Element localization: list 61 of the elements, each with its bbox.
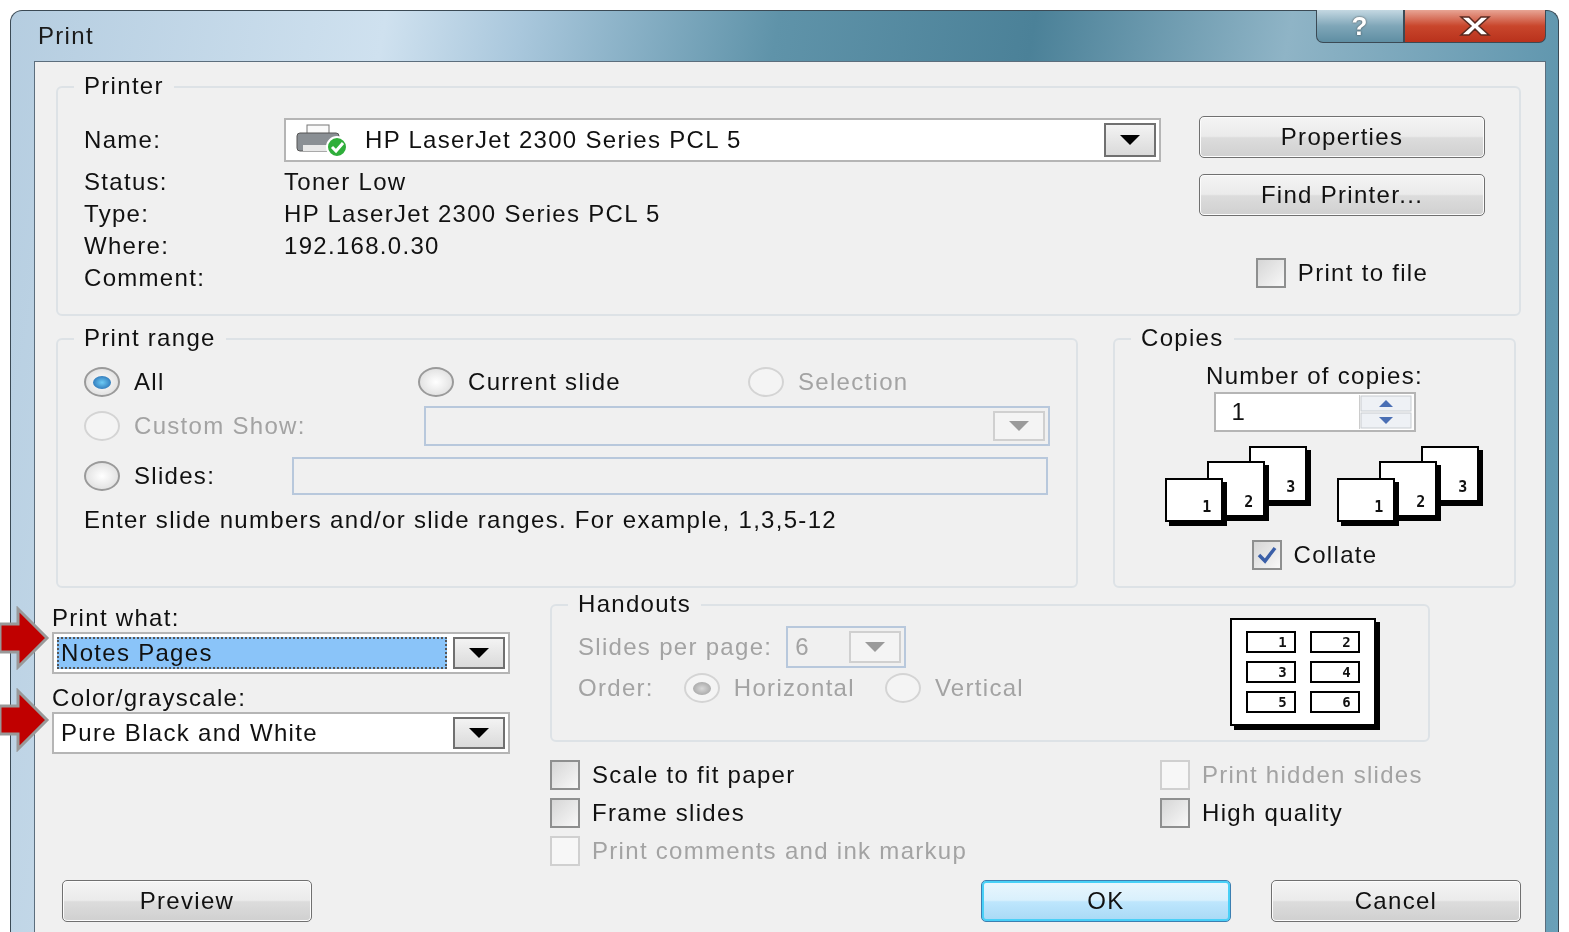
radio-label[interactable]: Current slide	[468, 368, 621, 396]
radio-label[interactable]: Slides:	[134, 462, 216, 490]
dialog-button[interactable]: OK	[981, 880, 1231, 922]
dialog-button[interactable]: Cancel	[1271, 880, 1521, 922]
caret-icon	[865, 642, 886, 652]
field-label: Name:	[84, 126, 163, 154]
properties-button[interactable]: Properties	[1199, 116, 1485, 158]
slides-field[interactable]	[292, 457, 1048, 495]
checkbox-label[interactable]: Frame slides	[592, 799, 745, 827]
dropdown-button[interactable]	[453, 637, 505, 669]
hint-text: Enter slide numbers and/or slide ranges. For example, 1,3,5-12	[84, 506, 838, 533]
slide-thumbnail: 4	[1310, 661, 1360, 683]
checkmark-icon	[1255, 545, 1278, 565]
field-value: Toner Low	[284, 168, 408, 196]
spin-arrows-icon	[1359, 395, 1412, 429]
caret-icon	[469, 648, 489, 658]
close-button[interactable]	[1404, 10, 1546, 43]
slide-thumbnail: 1	[1246, 631, 1296, 653]
checkbox[interactable]	[550, 760, 580, 790]
field-label: Type:	[84, 200, 151, 228]
radio-button[interactable]	[84, 367, 120, 397]
field-label: Where:	[84, 232, 171, 260]
window-title: Print	[38, 22, 94, 50]
checkbox-label[interactable]: High quality	[1202, 799, 1343, 827]
arrow-icon	[0, 606, 50, 670]
caret-icon	[1120, 135, 1140, 145]
slide-thumbnail: 2	[1310, 631, 1360, 653]
field-label: Color/grayscale:	[52, 684, 248, 712]
field-label: Print what:	[52, 604, 181, 632]
checkbox[interactable]	[550, 798, 580, 828]
printer-dropdown[interactable]: HP LaserJet 2300 Series PCL 5	[284, 118, 1161, 162]
field-label: Status:	[84, 168, 169, 196]
color-dropdown[interactable]: Pure Black and White	[52, 712, 510, 754]
radio-button[interactable]	[84, 461, 120, 491]
checkbox-label[interactable]: Scale to fit paper	[592, 761, 796, 789]
slide-thumbnail: 3	[1246, 661, 1296, 683]
field-value: HP LaserJet 2300 Series PCL 5	[284, 200, 662, 228]
caret-icon	[1009, 421, 1029, 431]
arrow-icon	[0, 688, 50, 752]
dropdown-button[interactable]	[1104, 123, 1156, 157]
field-label: Comment:	[84, 264, 207, 292]
checkbox[interactable]	[1251, 540, 1282, 570]
field-label: Number of copies:	[1206, 362, 1423, 390]
field-value: 192.168.0.30	[284, 232, 441, 260]
slide-thumbnail: 6	[1310, 691, 1360, 713]
checkbox[interactable]	[1160, 798, 1190, 828]
slide-thumbnail: 5	[1246, 691, 1296, 713]
copies-spinner[interactable]: 1	[1213, 392, 1416, 432]
dialog-button[interactable]: Preview	[62, 880, 312, 922]
field-label: Slides per page:	[578, 633, 773, 661]
field-label: Order:	[578, 674, 654, 702]
print-what-dropdown[interactable]: Notes Pages	[52, 632, 510, 674]
radio-label[interactable]: All	[134, 368, 165, 396]
custom-show-dropdown[interactable]	[424, 406, 1050, 446]
checkbox[interactable]	[1255, 258, 1286, 288]
radio-button[interactable]	[418, 367, 454, 397]
checkbox-label[interactable]: Collate	[1293, 541, 1378, 569]
caret-icon	[469, 728, 489, 738]
find-printer-button[interactable]: Find Printer...	[1199, 174, 1485, 216]
dropdown-button[interactable]	[453, 717, 505, 749]
checkbox-label[interactable]: Print to file	[1297, 259, 1429, 287]
